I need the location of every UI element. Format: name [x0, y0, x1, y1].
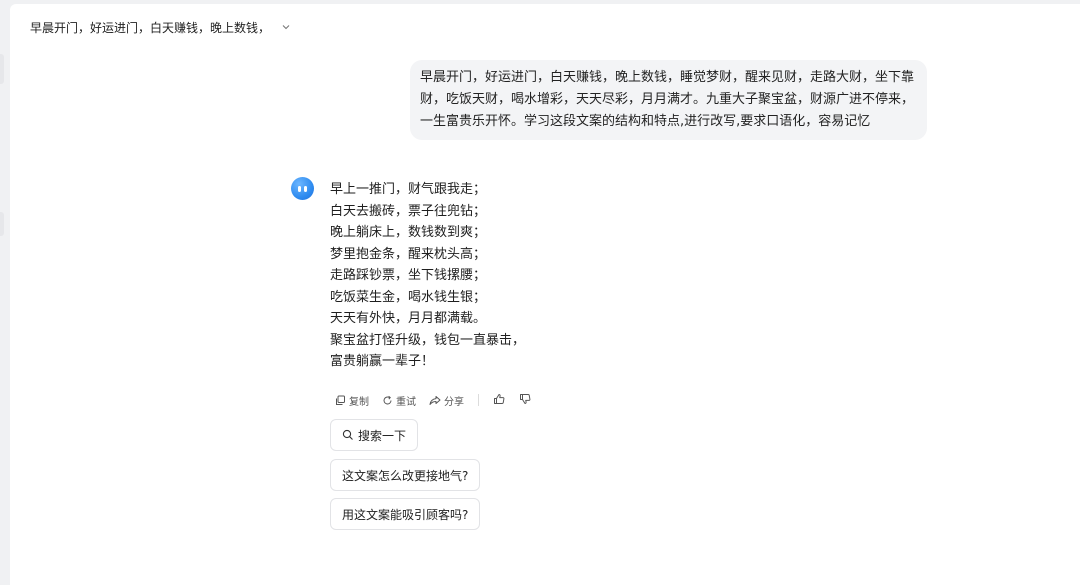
message-actions: 复制 重试 分享: [335, 391, 545, 409]
thumbs-up-icon: [493, 393, 505, 408]
chat-panel: 早晨开门，好运进门，白天赚钱，晚上数钱， 早晨开门，好运进门，白天赚钱，晚上数钱…: [10, 4, 1080, 585]
thumbs-down-button[interactable]: [519, 393, 531, 408]
answer-line: 梦里抱金条，醒来枕头高；: [330, 246, 487, 262]
share-label: 分享: [444, 396, 464, 408]
retry-button[interactable]: 重试: [382, 393, 416, 408]
copy-label: 复制: [349, 396, 369, 408]
answer-line: 走路踩钞票，坐下钱摞腰；: [330, 268, 487, 283]
left-edge-tab-middle[interactable]: [0, 212, 4, 236]
suggestion-label: 这文案怎么改更接地气?: [342, 468, 469, 483]
answer-line: 晚上躺床上，数钱数到爽；: [330, 225, 487, 240]
answer-line: 聚宝盆打怪升级，钱包一直暴击，: [330, 332, 526, 348]
user-message-bubble: 早晨开门，好运进门，白天赚钱，晚上数钱，睡觉梦财，醒来见财，走路大财，坐下靠财，…: [410, 60, 927, 140]
answer-line: 吃饭菜生金，喝水钱生银；: [330, 289, 487, 305]
answer-line: 天天有外快，月月都满载。: [330, 311, 487, 326]
avatar-eye-right: [304, 186, 307, 192]
refresh-icon: [382, 395, 393, 406]
left-edge-tab-top[interactable]: [0, 54, 4, 84]
chevron-down-icon[interactable]: [280, 21, 292, 33]
thumbs-up-button[interactable]: [493, 393, 505, 408]
assistant-avatar: [291, 177, 314, 200]
answer-line: 白天去搬砖，票子往兜钻；: [330, 203, 487, 219]
search-icon: [342, 429, 354, 441]
suggestion-label: 用这文案能吸引顾客吗?: [342, 507, 469, 522]
answer-line: 早上一推门，财气跟我走；: [330, 182, 487, 197]
user-message-text: 早晨开门，好运进门，白天赚钱，晚上数钱，睡觉梦财，醒来见财，走路大财，坐下靠财，…: [420, 70, 915, 129]
conversation-header[interactable]: 早晨开门，好运进门，白天赚钱，晚上数钱，: [30, 18, 292, 36]
suggestion-item[interactable]: 用这文案能吸引顾客吗?: [330, 498, 481, 530]
share-icon: [429, 395, 441, 406]
suggestion-search[interactable]: 搜索一下: [330, 419, 419, 451]
conversation-title: 早晨开门，好运进门，白天赚钱，晚上数钱，: [30, 20, 271, 35]
actions-divider: [478, 394, 479, 406]
answer-line: 富贵躺赢一辈子！: [330, 354, 435, 369]
suggestion-search-label: 搜索一下: [358, 428, 407, 443]
retry-label: 重试: [396, 396, 416, 408]
copy-icon: [335, 395, 346, 406]
copy-button[interactable]: 复制: [335, 393, 369, 408]
assistant-message: 早上一推门，财气跟我走； 白天去搬砖，票子往兜钻； 晚上躺床上，数钱数到爽； 梦…: [330, 179, 730, 373]
suggestion-item[interactable]: 这文案怎么改更接地气?: [330, 459, 481, 491]
avatar-eye-left: [298, 186, 301, 192]
thumbs-down-icon: [519, 393, 531, 408]
share-button[interactable]: 分享: [429, 393, 464, 408]
